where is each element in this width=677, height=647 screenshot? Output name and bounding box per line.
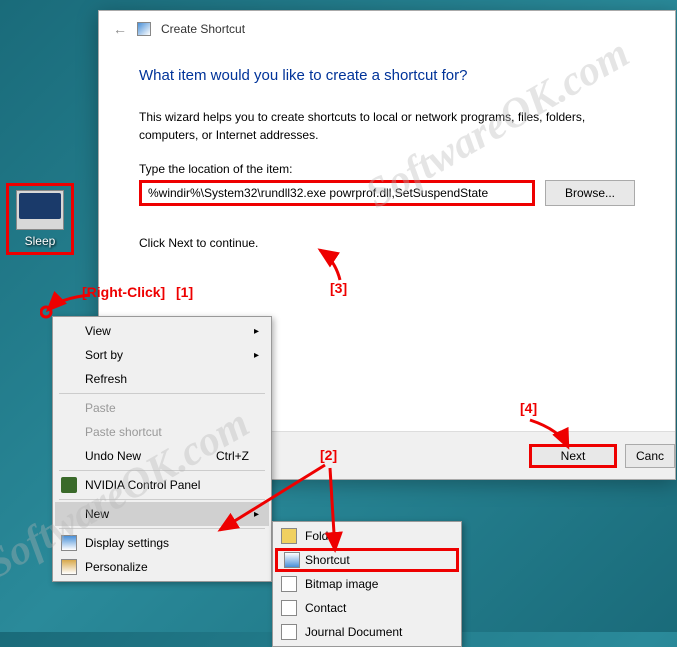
menu-item-undo-new[interactable]: Undo NewCtrl+Z [55, 444, 269, 468]
dialog-description: This wizard helps you to create shortcut… [139, 108, 635, 144]
menu-separator [59, 393, 265, 394]
continue-text: Click Next to continue. [139, 234, 635, 252]
menu-item-nvidia[interactable]: NVIDIA Control Panel [55, 473, 269, 497]
menu-separator [59, 528, 265, 529]
personalize-icon [61, 559, 77, 575]
location-input-label: Type the location of the item: [139, 162, 635, 176]
annotation-2: [2] [320, 447, 337, 463]
dialog-heading: What item would you like to create a sho… [139, 67, 635, 84]
browse-button[interactable]: Browse... [545, 180, 635, 206]
chevron-right-icon: ▸ [254, 326, 259, 337]
menu-item-new[interactable]: New▸ [55, 502, 269, 526]
menu-item-display-settings[interactable]: Display settings [55, 531, 269, 555]
menu-item-view[interactable]: View▸ [55, 319, 269, 343]
dialog-body: What item would you like to create a sho… [99, 47, 675, 290]
submenu-item-contact[interactable]: Contact [275, 596, 459, 620]
menu-separator [59, 470, 265, 471]
menu-item-sort-by[interactable]: Sort by▸ [55, 343, 269, 367]
submenu-item-journal[interactable]: Journal Document [275, 620, 459, 644]
bitmap-icon [281, 576, 297, 592]
journal-icon [281, 624, 297, 640]
shortcut-wizard-icon [137, 22, 151, 36]
submenu-item-folder[interactable]: Folder [275, 524, 459, 548]
submenu-item-shortcut[interactable]: Shortcut [275, 548, 459, 572]
dialog-title: Create Shortcut [161, 22, 245, 36]
chevron-right-icon: ▸ [254, 509, 259, 520]
annotation-4: [4] [520, 400, 537, 416]
shortcut-icon [284, 552, 300, 568]
display-icon [61, 535, 77, 551]
dialog-header: ← Create Shortcut [99, 11, 675, 47]
desktop-context-menu: View▸ Sort by▸ Refresh Paste Paste short… [52, 316, 272, 582]
annotation-3: [3] [330, 280, 347, 296]
back-arrow-icon[interactable]: ← [113, 21, 127, 37]
chevron-right-icon: ▸ [254, 350, 259, 361]
menu-item-paste-shortcut: Paste shortcut [55, 420, 269, 444]
menu-separator [59, 499, 265, 500]
menu-item-refresh[interactable]: Refresh [55, 367, 269, 391]
menu-item-personalize[interactable]: Personalize [55, 555, 269, 579]
annotation-1: [1] [176, 284, 193, 300]
folder-icon [281, 528, 297, 544]
submenu-item-bitmap[interactable]: Bitmap image [275, 572, 459, 596]
input-row: Browse... [139, 180, 635, 206]
desktop-icon-label: Sleep [11, 234, 69, 248]
monitor-icon [16, 190, 64, 230]
nvidia-icon [61, 477, 77, 493]
next-button[interactable]: Next [529, 444, 617, 468]
menu-item-paste: Paste [55, 396, 269, 420]
annotation-right-click: [Right-Click] [82, 284, 165, 300]
cancel-button[interactable]: Canc [625, 444, 675, 468]
contact-icon [281, 600, 297, 616]
new-submenu: Folder Shortcut Bitmap image Contact Jou… [272, 521, 462, 647]
desktop-sleep-shortcut[interactable]: Sleep [6, 183, 74, 255]
location-input[interactable] [139, 180, 535, 206]
